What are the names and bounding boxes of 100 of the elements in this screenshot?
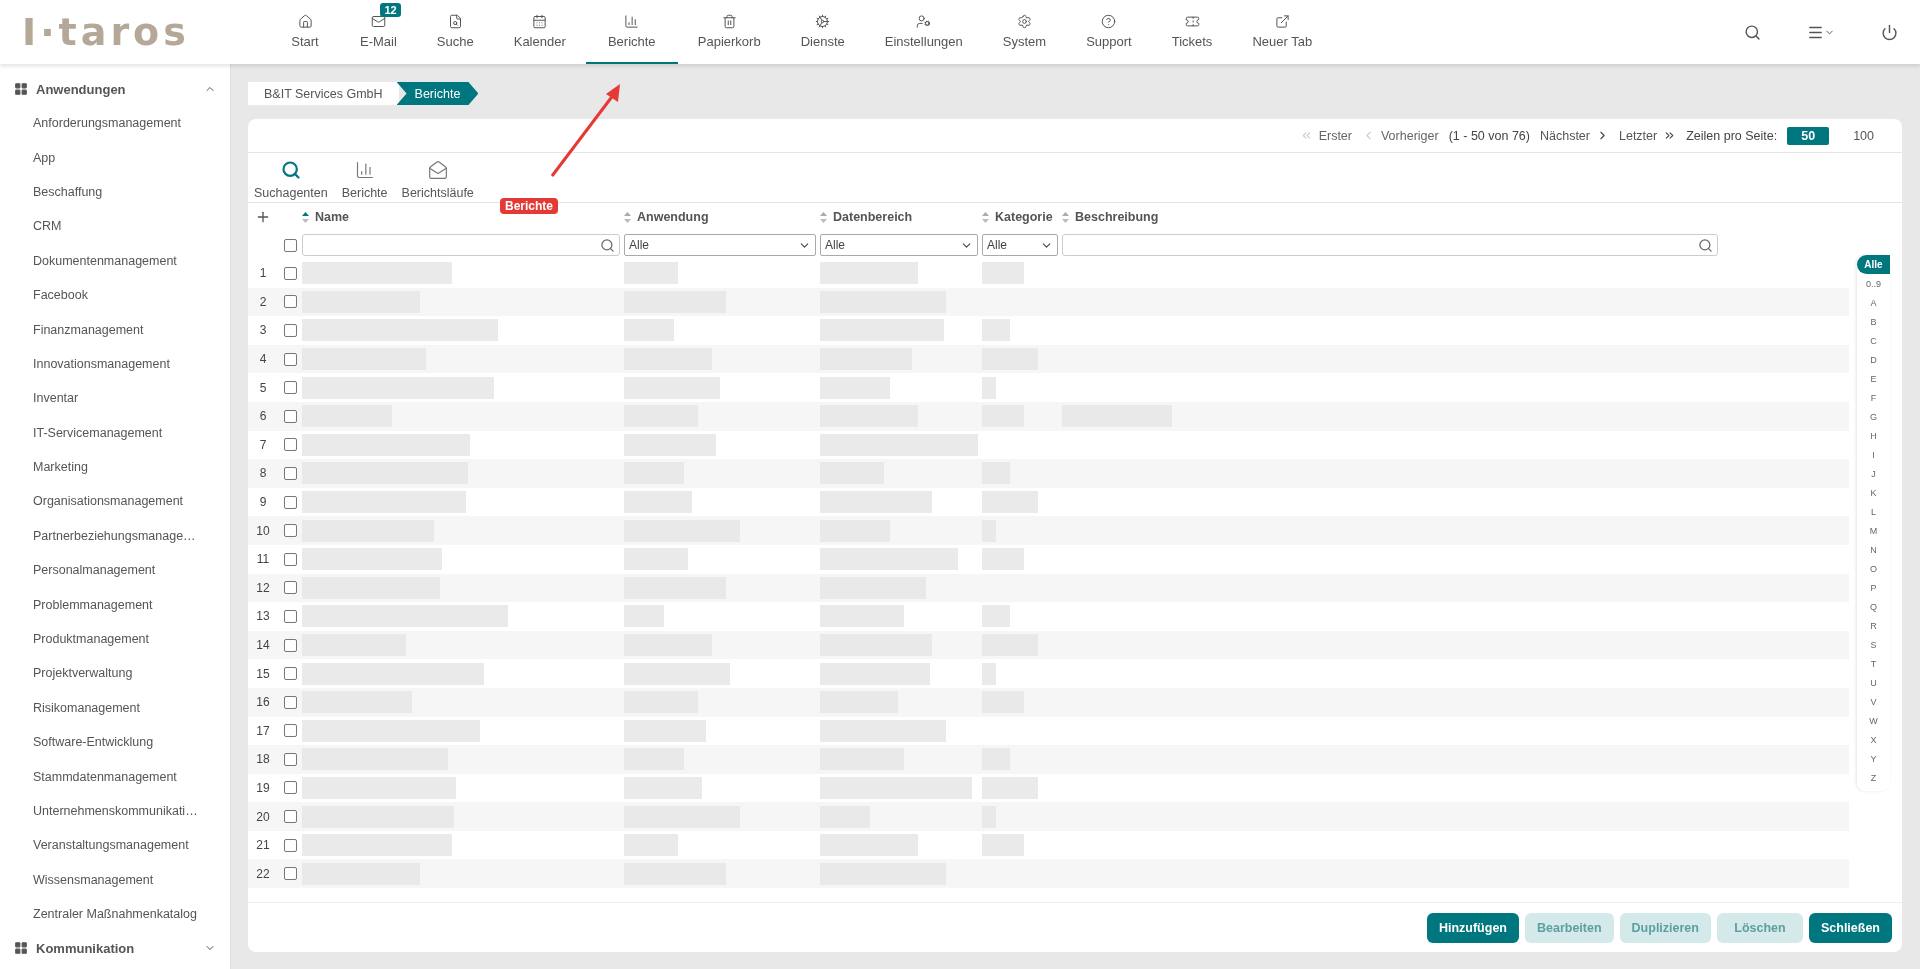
sidebar-item[interactable]: Zentraler Maßnahmenkatalog	[0, 897, 230, 932]
sidebar-item[interactable]: Unternehmenskommunikati…	[0, 793, 230, 829]
row-checkbox[interactable]	[284, 266, 297, 280]
row-checkbox[interactable]	[284, 495, 297, 509]
sidebar-item[interactable]: Projektverwaltung	[0, 656, 230, 691]
letter-filter[interactable]: Z	[1857, 768, 1890, 787]
sidebar-item[interactable]: Partnerbeziehungsmanage…	[0, 518, 230, 554]
column-header[interactable]: Beschreibung	[1075, 210, 1159, 224]
nav-tab[interactable]: System	[982, 0, 1067, 64]
row-checkbox[interactable]	[284, 695, 297, 709]
nav-tab[interactable]: Start	[270, 0, 340, 64]
nav-tab[interactable]: Tickets	[1151, 0, 1233, 64]
sidebar-item[interactable]: Veranstaltungsmanagement	[0, 828, 230, 863]
sidebar-group[interactable]: Anwendungen	[0, 72, 230, 106]
sidebar-item[interactable]: Inventar	[0, 381, 230, 416]
letter-filter[interactable]: V	[1857, 692, 1890, 711]
row-checkbox[interactable]	[284, 466, 297, 480]
sidebar-item[interactable]: Personalmanagement	[0, 553, 230, 588]
nav-tab[interactable]: E-Mail 12	[340, 0, 417, 64]
letter-filter[interactable]: Alle	[1857, 255, 1890, 274]
nav-tab[interactable]: Dienste	[780, 0, 865, 64]
search-field[interactable]	[1062, 234, 1718, 256]
power-icon[interactable]	[1881, 23, 1898, 41]
toolbar-button[interactable]: Berichtsläufe	[401, 160, 474, 200]
letter-filter[interactable]: G	[1857, 407, 1890, 426]
row-checkbox[interactable]	[284, 752, 297, 766]
letter-filter[interactable]: S	[1857, 635, 1890, 654]
nav-tab[interactable]: Papierkorb	[677, 0, 781, 64]
row-checkbox[interactable]	[284, 724, 297, 738]
toolbar-button[interactable]: Suchagenten	[254, 160, 328, 200]
row-checkbox[interactable]	[284, 667, 297, 681]
filter-dropdown[interactable]: Alle	[624, 234, 816, 256]
column-header[interactable]: Name	[315, 210, 350, 224]
letter-filter[interactable]: R	[1857, 616, 1890, 635]
letter-filter[interactable]: T	[1857, 654, 1890, 673]
search-field[interactable]	[302, 234, 620, 256]
sidebar-item[interactable]: Organisationsmanagement	[0, 484, 230, 519]
sort-icon[interactable]	[302, 211, 309, 223]
pager-link[interactable]: Letzter	[1619, 128, 1677, 143]
sort-icon[interactable]	[982, 211, 989, 223]
letter-filter[interactable]: U	[1857, 673, 1890, 692]
sidebar-item[interactable]: Innovationsmanagement	[0, 346, 230, 382]
row-checkbox[interactable]	[284, 781, 297, 795]
search-icon[interactable]	[1744, 23, 1761, 41]
letter-filter[interactable]: Y	[1857, 749, 1890, 768]
sidebar-group[interactable]: Kommunikation	[0, 931, 230, 966]
sidebar-item[interactable]: Problemmanagement	[0, 587, 230, 622]
letter-filter[interactable]: P	[1857, 578, 1890, 597]
page-size-option[interactable]: 50	[1787, 126, 1830, 145]
letter-filter[interactable]: 0..9	[1857, 274, 1890, 293]
row-checkbox[interactable]	[284, 352, 297, 366]
letter-filter[interactable]: F	[1857, 388, 1890, 407]
sidebar-item[interactable]: CRM	[0, 209, 230, 244]
letter-filter[interactable]: K	[1857, 483, 1890, 502]
sort-icon[interactable]	[1062, 211, 1069, 223]
letter-filter[interactable]: E	[1857, 369, 1890, 388]
sidebar-item[interactable]: Marketing	[0, 449, 230, 485]
letter-filter[interactable]: X	[1857, 730, 1890, 749]
letter-filter[interactable]: B	[1857, 312, 1890, 331]
letter-filter[interactable]: I	[1857, 445, 1890, 464]
nav-tab[interactable]: Einstellungen	[864, 0, 983, 64]
letter-filter[interactable]: N	[1857, 540, 1890, 559]
column-header[interactable]: Kategorie	[995, 210, 1053, 224]
letter-filter[interactable]: C	[1857, 331, 1890, 350]
row-checkbox[interactable]	[284, 409, 297, 423]
letter-filter[interactable]: A	[1857, 293, 1890, 312]
letter-filter[interactable]: L	[1857, 502, 1890, 521]
sidebar-item[interactable]: Risikomanagement	[0, 690, 230, 726]
breadcrumb-item[interactable]: Berichte	[396, 82, 479, 105]
nav-tab[interactable]: Berichte	[585, 0, 678, 64]
sidebar-item[interactable]: Beschaffung	[0, 174, 230, 210]
sidebar-item[interactable]: Facebook	[0, 277, 230, 313]
toolbar-button[interactable]: Berichte	[341, 160, 388, 200]
sidebar-item[interactable]: Stammdatenmanagement	[0, 759, 230, 794]
nav-tab[interactable]: Suche	[416, 0, 494, 64]
column-header[interactable]: Anwendung	[637, 210, 709, 224]
column-header[interactable]: Datenbereich	[833, 210, 913, 224]
letter-filter[interactable]: J	[1857, 464, 1890, 483]
nav-tab[interactable]: Neuer Tab	[1232, 0, 1333, 64]
row-checkbox[interactable]	[284, 609, 297, 623]
sidebar-item[interactable]: IT-Servicemanagement	[0, 415, 230, 450]
select-all-checkbox[interactable]	[284, 238, 297, 252]
sort-icon[interactable]	[624, 211, 631, 223]
row-checkbox[interactable]	[284, 324, 297, 337]
letter-filter[interactable]: O	[1857, 559, 1890, 578]
filter-dropdown[interactable]: Alle	[820, 234, 978, 256]
sidebar-item[interactable]: Anforderungsmanagement	[0, 106, 230, 141]
letter-filter[interactable]: W	[1857, 711, 1890, 730]
row-checkbox[interactable]	[284, 581, 297, 595]
sidebar-item[interactable]: Software-Entwicklung	[0, 725, 230, 760]
sidebar-item[interactable]: App	[0, 140, 230, 175]
sidebar-item[interactable]: Wissensmanagement	[0, 862, 230, 897]
add-icon[interactable]	[255, 209, 271, 225]
row-checkbox[interactable]	[284, 524, 297, 538]
action-button[interactable]: Hinzufügen	[1426, 912, 1519, 943]
sidebar-item[interactable]: Produktmanagement	[0, 621, 230, 657]
sort-icon[interactable]	[820, 211, 827, 223]
breadcrumb-item[interactable]: B&IT Services GmbH	[248, 82, 399, 105]
letter-filter[interactable]: D	[1857, 350, 1890, 369]
sidebar-item[interactable]: Finanzmanagement	[0, 312, 230, 347]
